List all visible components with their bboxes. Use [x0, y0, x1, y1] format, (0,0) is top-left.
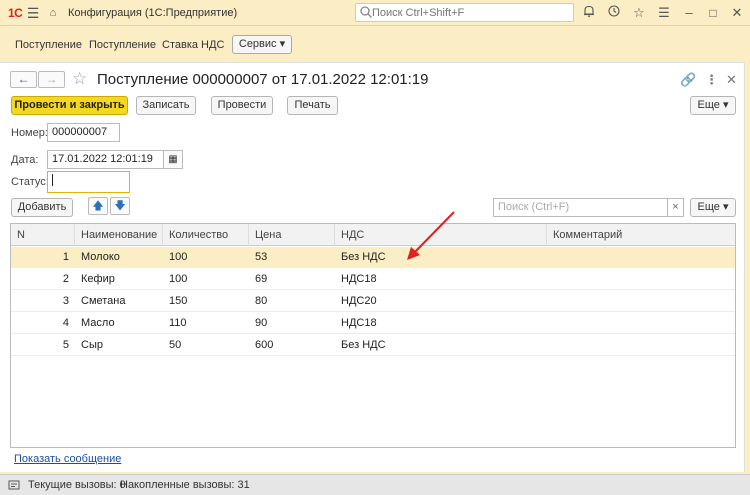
app-menu-icon[interactable]: ☰	[655, 4, 673, 22]
column-header-n[interactable]: N	[11, 224, 75, 246]
link-icon[interactable]: 🔗	[680, 72, 696, 88]
table-row[interactable]: 3 Сметана 150 80 НДС20	[11, 291, 735, 312]
table-row[interactable]: 1 Молоко 100 53 Без НДС	[11, 247, 735, 268]
table-row[interactable]: 4 Масло 110 90 НДС18	[11, 313, 735, 334]
section-link-receipt-1[interactable]: Поступление	[15, 39, 82, 51]
cell-name: Сметана	[81, 295, 126, 307]
bell-icon[interactable]	[580, 4, 598, 22]
back-button[interactable]: ←	[10, 71, 37, 88]
cell-n: 5	[62, 339, 69, 351]
global-search-input[interactable]	[372, 5, 570, 20]
cell-n: 4	[62, 317, 69, 329]
section-link-receipt-2[interactable]: Поступление	[89, 39, 156, 51]
column-header-vat[interactable]: НДС	[335, 224, 547, 246]
cell-comment	[547, 269, 735, 290]
close-window-icon[interactable]: ✕	[728, 4, 746, 22]
forward-button[interactable]: →	[38, 71, 65, 88]
cell-price: 69	[255, 273, 268, 285]
cell-name: Кефир	[81, 273, 115, 285]
window-title-bar: 1С ☰ ⌂ Конфигурация (1С:Предприятие) ☆ ☰…	[0, 0, 750, 26]
cell-quantity: 50	[169, 339, 182, 351]
status-label: Статус:	[11, 176, 49, 188]
column-header-name[interactable]: Наименование	[75, 224, 163, 246]
cell-n: 3	[62, 295, 69, 307]
date-field[interactable]: 17.01.2022 12:01:19	[47, 150, 164, 169]
text-cursor	[52, 174, 53, 187]
global-search-box[interactable]	[355, 3, 574, 22]
cell-price: 600	[255, 339, 274, 351]
accumulated-calls-text: Накопленные вызовы: 31	[120, 479, 250, 491]
move-up-icon[interactable]: 🡅	[88, 197, 108, 215]
cell-quantity: 100	[169, 273, 188, 285]
favorites-icon[interactable]: ☆	[630, 4, 648, 22]
number-field[interactable]: 000000007	[47, 123, 120, 142]
favorite-star-icon[interactable]: ☆	[72, 69, 87, 89]
cell-price: 90	[255, 317, 268, 329]
service-menu-button[interactable]: Сервис ▾	[232, 35, 292, 54]
clear-search-icon[interactable]: ×	[668, 198, 684, 217]
date-label: Дата:	[11, 154, 39, 166]
cell-vat: НДС18	[341, 317, 377, 329]
section-panel: Поступление Поступление Ставка НДС Серви…	[0, 27, 750, 62]
cell-name: Сыр	[81, 339, 103, 351]
minimize-icon[interactable]: –	[680, 4, 698, 22]
cell-vat: Без НДС	[341, 339, 386, 351]
search-icon	[360, 6, 372, 18]
more-actions-icon[interactable]: ⋮	[705, 72, 718, 88]
window-title: Конфигурация (1С:Предприятие)	[68, 7, 238, 19]
cell-quantity: 150	[169, 295, 188, 307]
cell-vat: Без НДС	[341, 251, 386, 263]
cell-price: 80	[255, 295, 268, 307]
print-button[interactable]: Печать	[287, 96, 338, 115]
document-form: ← → ☆ Поступление 000000007 от 17.01.202…	[0, 62, 745, 472]
table-header: N Наименование Количество Цена НДС Комме…	[11, 224, 735, 246]
cell-comment	[547, 335, 735, 356]
cell-name: Молоко	[81, 251, 120, 263]
cell-price: 53	[255, 251, 268, 263]
table-search-input[interactable]: Поиск (Ctrl+F)	[493, 198, 668, 217]
goods-table: N Наименование Количество Цена НДС Комме…	[10, 223, 736, 448]
cell-quantity: 110	[169, 317, 187, 329]
cell-vat: НДС20	[341, 295, 377, 307]
home-icon[interactable]: ⌂	[44, 4, 62, 22]
table-more-button[interactable]: Еще ▾	[690, 198, 736, 217]
document-title: Поступление 000000007 от 17.01.2022 12:0…	[97, 71, 429, 88]
close-form-icon[interactable]: ✕	[726, 72, 737, 88]
show-message-link[interactable]: Показать сообщение	[14, 453, 121, 465]
history-icon[interactable]	[605, 4, 623, 22]
column-header-quantity[interactable]: Количество	[163, 224, 249, 246]
maximize-icon[interactable]: □	[704, 4, 722, 22]
cell-quantity: 100	[169, 251, 188, 263]
save-button[interactable]: Записать	[136, 96, 196, 115]
move-down-icon[interactable]: 🡇	[110, 197, 130, 215]
table-row[interactable]: 2 Кефир 100 69 НДС18	[11, 269, 735, 290]
add-row-button[interactable]: Добавить	[11, 198, 73, 217]
cell-n: 1	[62, 251, 69, 263]
post-and-close-button[interactable]: Провести и закрыть	[11, 96, 128, 115]
table-row[interactable]: 5 Сыр 50 600 Без НДС	[11, 335, 735, 356]
column-header-comment[interactable]: Комментарий	[547, 224, 735, 246]
current-calls-text: Текущие вызовы: 0	[28, 479, 126, 491]
status-bar-icon[interactable]	[8, 479, 20, 491]
status-bar: Текущие вызовы: 0 Накопленные вызовы: 31	[0, 474, 750, 495]
cell-comment	[547, 291, 735, 312]
calendar-icon[interactable]: ▦	[164, 150, 183, 169]
cell-vat: НДС18	[341, 273, 377, 285]
cell-n: 2	[62, 273, 69, 285]
cell-name: Масло	[81, 317, 115, 329]
number-label: Номер:	[11, 127, 48, 139]
column-header-price[interactable]: Цена	[249, 224, 335, 246]
more-button[interactable]: Еще ▾	[690, 96, 736, 115]
cell-comment	[547, 313, 735, 334]
status-field[interactable]	[47, 171, 130, 193]
app-logo: 1С	[8, 6, 23, 20]
hamburger-menu-icon[interactable]: ☰	[24, 4, 42, 22]
section-link-vat-rate[interactable]: Ставка НДС	[162, 39, 224, 51]
post-button[interactable]: Провести	[211, 96, 273, 115]
cell-comment	[547, 247, 735, 268]
